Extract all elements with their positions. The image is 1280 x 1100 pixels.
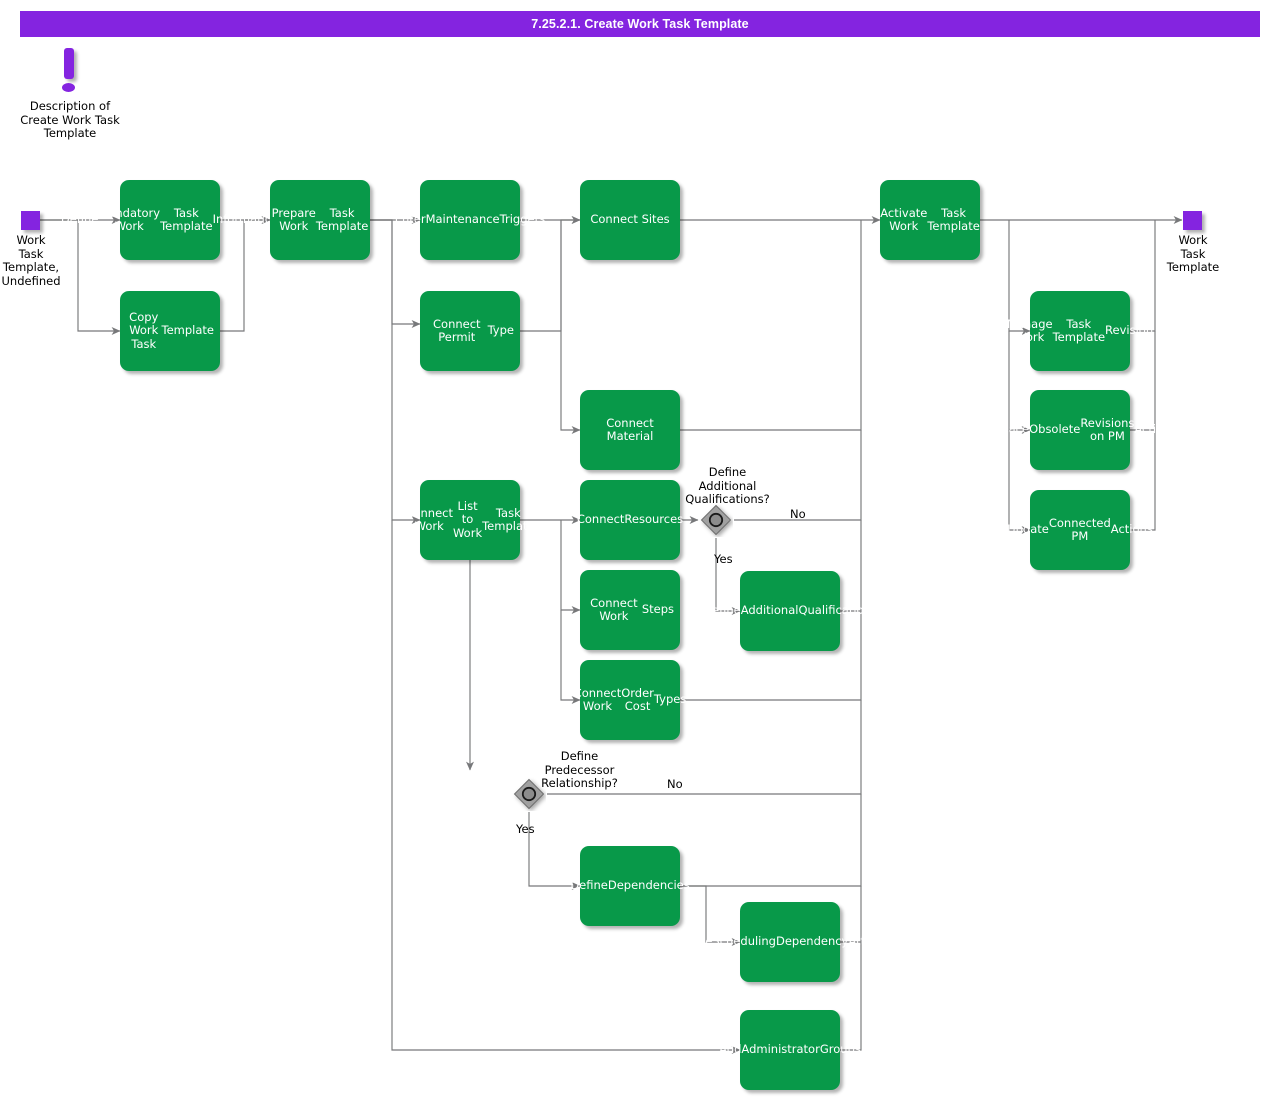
- gw-q1-line-2: Additional: [660, 480, 795, 494]
- start-terminal-label: Work Task Template, Undefined: [0, 234, 62, 288]
- end-label-line-2: Task: [1160, 248, 1226, 262]
- task-manage-work-task-template-revision[interactable]: Manage WorkTask TemplateRevision: [1030, 291, 1130, 371]
- collector-define-additional-qualifications: [840, 520, 861, 611]
- task-copy-work-task-template[interactable]: Copy Work TaskTemplate: [120, 291, 220, 371]
- task-connect-work-steps[interactable]: Connect WorkSteps: [580, 570, 680, 650]
- collector-connect-material: [680, 220, 861, 430]
- gw-q1-line-3: Qualifications?: [660, 493, 795, 507]
- gw-q1-line-1: Define: [660, 466, 795, 480]
- annotation-line-3: Template: [5, 127, 135, 141]
- exclamation-icon: [64, 48, 74, 79]
- task-connect-material[interactable]: Connect Material: [580, 390, 680, 470]
- gateway-predecessor-question: Define Predecessor Relationship?: [512, 750, 647, 791]
- end-terminal-work-task-template[interactable]: [1183, 211, 1202, 230]
- gw-q2-line-2: Predecessor: [512, 764, 647, 778]
- edge-to-connect-work-steps: [561, 520, 580, 610]
- exclamation-dot-icon: [62, 83, 75, 92]
- edge-connect-permit-to-connect-sites: [520, 220, 580, 331]
- task-prepare-work-task-template[interactable]: Prepare WorkTask Template: [270, 180, 370, 260]
- task-update-connected-pm-actions[interactable]: UpdateConnected PMActions: [1030, 490, 1130, 570]
- edge-prepare-to-connect-work-list: [370, 220, 420, 520]
- start-label-line-1: Work: [0, 234, 62, 248]
- start-label-line-3: Template,: [0, 261, 62, 275]
- edge-activate-to-update-pm-actions: [1009, 430, 1030, 530]
- edge-gw-predecessor-yes: [529, 812, 580, 886]
- annotation-line-1: Description of: [5, 100, 135, 114]
- edge-activate-to-manage-revision: [1009, 220, 1030, 331]
- annotation-line-2: Create Work Task: [5, 114, 135, 128]
- end-label-line-1: Work: [1160, 234, 1226, 248]
- edge-copy-to-prepare: [220, 220, 270, 331]
- collector-define-dependencies: [680, 794, 861, 886]
- gateway-qualifications-no-label: No: [790, 508, 806, 522]
- collector-update-pm-actions: [1130, 430, 1155, 530]
- gateway-qualifications-yes-label: Yes: [714, 553, 733, 567]
- end-terminal-label: Work Task Template: [1160, 234, 1226, 275]
- task-activate-work-task-template[interactable]: Activate WorkTask Template: [880, 180, 980, 260]
- gw-q2-line-1: Define: [512, 750, 647, 764]
- edge-gw-qualifications-yes: [716, 538, 740, 611]
- task-replace-obsolete-revisions-on-pm-actions[interactable]: ReplaceObsoleteRevisions on PMActions: [1030, 390, 1130, 470]
- task-connect-work-order-cost-types[interactable]: Connect WorkOrder CostTypes: [580, 660, 680, 740]
- start-label-line-4: Undefined: [0, 275, 62, 289]
- gw-q2-line-3: Relationship?: [512, 777, 647, 791]
- gateway-predecessor-yes-label: Yes: [516, 823, 535, 837]
- task-connect-work-list-to-work-task-template[interactable]: Connect WorkList to WorkTask Template: [420, 480, 520, 560]
- task-define-scheduling-dependency-attributes[interactable]: DefineSchedulingDependencyAttributes: [740, 902, 840, 982]
- task-add-administrator-groups[interactable]: AddAdministratorGroups: [740, 1010, 840, 1090]
- start-label-line-2: Task: [0, 248, 62, 262]
- task-define-dependencies[interactable]: DefineDependencies: [580, 846, 680, 926]
- collector-manage-revision: [1130, 220, 1155, 331]
- edge-prepare-to-connect-permit: [370, 220, 420, 324]
- start-terminal-work-task-template-undefined[interactable]: [21, 211, 40, 230]
- end-label-line-3: Template: [1160, 261, 1226, 275]
- task-connect-permit-type[interactable]: Connect PermitType: [420, 291, 520, 371]
- gateway-define-additional-qualifications[interactable]: [699, 503, 733, 537]
- task-define-mandatory-work-task-template-information[interactable]: DefineMandatory WorkTask TemplateInforma…: [120, 180, 220, 260]
- collector-add-administrator-groups: [840, 942, 861, 1050]
- diagram-canvas: Description of Create Work Task Template…: [0, 0, 1280, 1100]
- task-connect-sites[interactable]: Connect Sites: [580, 180, 680, 260]
- gateway-predecessor-no-label: No: [667, 778, 683, 792]
- gateway-qualifications-question: Define Additional Qualifications?: [660, 466, 795, 507]
- task-define-additional-qualifications[interactable]: DefineAdditionalQualifications: [740, 571, 840, 651]
- task-enter-maintenance-triggers[interactable]: EnterMaintenanceTriggers: [420, 180, 520, 260]
- edge-to-connect-material: [561, 220, 580, 430]
- edge-activate-to-replace-obsolete: [1009, 331, 1030, 430]
